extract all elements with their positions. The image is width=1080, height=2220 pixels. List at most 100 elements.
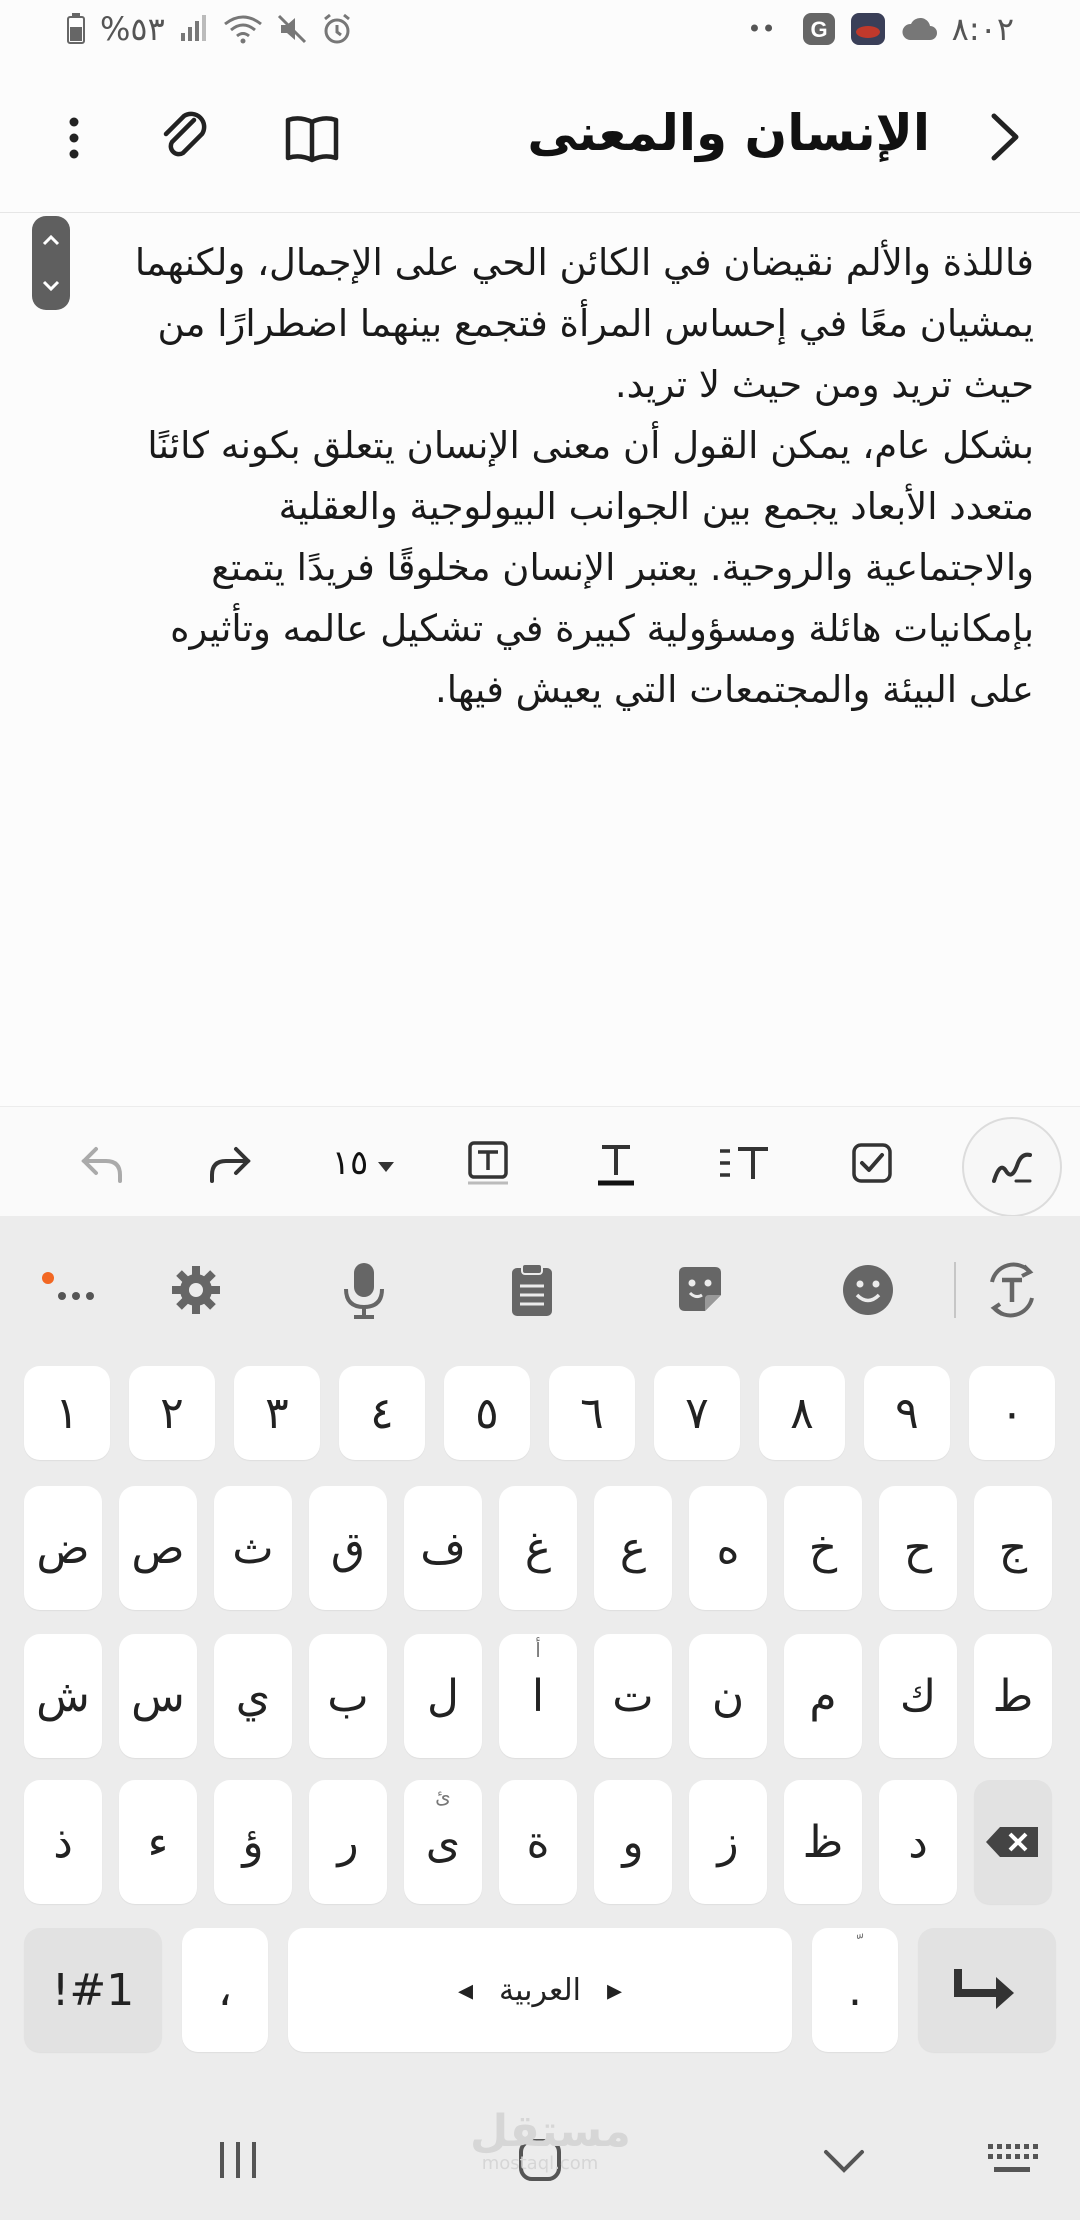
keyboard-toolbar — [0, 1216, 1080, 1356]
scroll-handle[interactable] — [32, 216, 70, 310]
key-letter[interactable]: ش — [24, 1634, 102, 1758]
chevron-right-icon[interactable] — [978, 112, 1028, 162]
key-number[interactable]: ٢ — [129, 1366, 215, 1460]
key-label: ظ — [802, 1816, 844, 1868]
key-label: ح — [903, 1522, 933, 1574]
key-letter[interactable]: ج — [974, 1486, 1052, 1610]
key-letter[interactable]: ض — [24, 1486, 102, 1610]
key-letter[interactable]: و — [594, 1780, 672, 1904]
key-label: ج — [998, 1522, 1028, 1574]
key-letter[interactable]: ي — [214, 1634, 292, 1758]
key-number[interactable]: ٩ — [864, 1366, 950, 1460]
toolbar-divider — [954, 1262, 956, 1318]
watermark: مستقل mostaql.com — [470, 2110, 631, 2174]
key-letter[interactable]: ء — [119, 1780, 197, 1904]
recents-icon[interactable] — [216, 2140, 260, 2184]
mic-icon[interactable] — [332, 1258, 396, 1322]
more-vert-icon[interactable] — [54, 106, 94, 170]
key-label: ه — [716, 1522, 740, 1574]
undo-icon[interactable] — [70, 1131, 134, 1195]
key-letter[interactable]: د — [879, 1780, 957, 1904]
key-letter[interactable]: ص — [119, 1486, 197, 1610]
signal-icon — [179, 15, 209, 43]
sticker-icon[interactable] — [668, 1258, 732, 1322]
key-label: ت — [612, 1670, 654, 1722]
key-letter[interactable]: ظ — [784, 1780, 862, 1904]
handwriting-icon[interactable] — [962, 1117, 1062, 1217]
status-left: %٥٣ — [66, 10, 353, 48]
key-letter[interactable]: ق — [309, 1486, 387, 1610]
font-size-dropdown[interactable]: ١٥ — [324, 1131, 404, 1195]
key-letter[interactable]: ؤ — [214, 1780, 292, 1904]
key-letter[interactable]: ب — [309, 1634, 387, 1758]
attach-icon[interactable] — [154, 106, 218, 170]
settings-icon[interactable] — [164, 1258, 228, 1322]
key-letter[interactable]: ف — [404, 1486, 482, 1610]
comma-key[interactable]: ، — [182, 1928, 268, 2052]
enter-key[interactable] — [918, 1928, 1056, 2052]
key-label: ط — [992, 1670, 1034, 1722]
key-number[interactable]: ٦ — [549, 1366, 635, 1460]
key-label: ل — [427, 1670, 459, 1722]
paragraph-icon[interactable] — [712, 1131, 776, 1195]
key-letter[interactable]: ن — [689, 1634, 767, 1758]
key-label: ٨ — [790, 1387, 814, 1439]
more-icon[interactable] — [38, 1258, 102, 1322]
app-notification-icon — [850, 12, 886, 46]
key-letter[interactable]: ث — [214, 1486, 292, 1610]
text-box-icon[interactable] — [456, 1131, 520, 1195]
key-letter[interactable]: ر — [309, 1780, 387, 1904]
key-number[interactable]: ٨ — [759, 1366, 845, 1460]
key-letter[interactable]: ح — [879, 1486, 957, 1610]
key-label: ة — [526, 1816, 550, 1868]
text-style-icon[interactable] — [584, 1131, 648, 1195]
key-letter[interactable]: ت — [594, 1634, 672, 1758]
grammarly-icon: G — [802, 12, 836, 46]
alarm-icon — [321, 13, 353, 45]
note-title[interactable]: الإنسان والمعنى — [527, 104, 930, 162]
key-label: د — [908, 1816, 928, 1868]
key-letter[interactable]: ط — [974, 1634, 1052, 1758]
svg-text:G: G — [810, 17, 827, 42]
key-letter[interactable]: ه — [689, 1486, 767, 1610]
key-number[interactable]: ١ — [24, 1366, 110, 1460]
cloud-icon — [900, 16, 938, 42]
translate-icon[interactable] — [980, 1258, 1044, 1322]
key-label: ، — [217, 1964, 233, 2016]
emoji-icon[interactable] — [836, 1258, 900, 1322]
key-number[interactable]: ٣ — [234, 1366, 320, 1460]
key-letter[interactable]: ز — [689, 1780, 767, 1904]
key-label: ٠ — [1000, 1387, 1024, 1439]
key-letter[interactable]: خ — [784, 1486, 862, 1610]
key-number[interactable]: ٧ — [654, 1366, 740, 1460]
back-down-icon[interactable] — [822, 2148, 866, 2178]
key-letter[interactable]: ئى — [404, 1780, 482, 1904]
symbols-key[interactable]: !#1 — [24, 1928, 162, 2052]
clipboard-icon[interactable] — [500, 1258, 564, 1322]
keyboard-icon[interactable] — [986, 2142, 1038, 2180]
key-letter[interactable]: أا — [499, 1634, 577, 1758]
backspace-icon — [986, 1827, 1038, 1857]
note-body[interactable]: فاللذة والألم نقيضان في الكائن الحي على … — [114, 232, 1034, 720]
key-number[interactable]: ٠ — [969, 1366, 1055, 1460]
key-letter[interactable]: س — [119, 1634, 197, 1758]
key-letter[interactable]: ع — [594, 1486, 672, 1610]
key-letter[interactable]: ك — [879, 1634, 957, 1758]
key-letter[interactable]: ذ — [24, 1780, 102, 1904]
backspace-key[interactable] — [974, 1780, 1052, 1904]
period-key[interactable]: ّ. — [812, 1928, 898, 2052]
space-key[interactable]: ◂ العربية ▸ — [288, 1928, 792, 2052]
key-number[interactable]: ٤ — [339, 1366, 425, 1460]
key-number[interactable]: ٥ — [444, 1366, 530, 1460]
key-label: م — [809, 1670, 837, 1722]
key-letter[interactable]: ة — [499, 1780, 577, 1904]
key-letter[interactable]: م — [784, 1634, 862, 1758]
redo-icon[interactable] — [198, 1131, 262, 1195]
key-letter[interactable]: غ — [499, 1486, 577, 1610]
keyboard: ١ ٢ ٣ ٤ ٥ ٦ ٧ ٨ ٩ ٠ ضصث ق ف غ ع ه خ ح ج شسي ب ل أا ت ن م ك ط ذ ء ؤ ر ئى ة… — [0, 1216, 1080, 2220]
reader-mode-icon[interactable] — [280, 106, 344, 170]
key-letter[interactable]: ل — [404, 1634, 482, 1758]
key-label: ص — [131, 1522, 185, 1574]
checkbox-icon[interactable] — [840, 1131, 904, 1195]
mute-icon — [277, 14, 307, 44]
